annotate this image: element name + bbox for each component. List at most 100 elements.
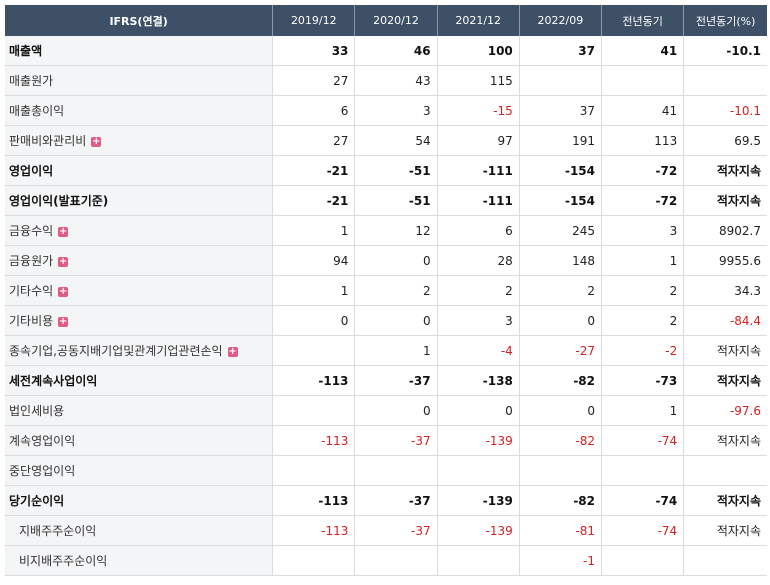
value-cell: 3 xyxy=(437,305,520,336)
value-cell: 3 xyxy=(354,95,438,126)
table-row: 금융원가 +94 0 28 148 1 9955.6 xyxy=(5,245,767,276)
value-cell: -113 xyxy=(272,365,356,396)
value-cell xyxy=(601,65,685,96)
value-cell: -82 xyxy=(519,425,603,456)
table-row: 금융수익 +1 12 6 245 3 8902.7 xyxy=(5,215,767,246)
value-cell: -74 xyxy=(601,425,685,456)
value-cell: 37 xyxy=(519,95,603,126)
value-cell: 37 xyxy=(519,36,603,66)
value-cell: 0 xyxy=(354,395,438,426)
row-label-text: 영업이익(발표기준) xyxy=(9,194,109,208)
value-cell: -111 xyxy=(437,155,520,186)
row-label: 비지배주주순이익 xyxy=(5,545,274,576)
plus-icon[interactable]: + xyxy=(58,226,69,237)
value-cell: -51 xyxy=(354,155,438,186)
value-cell: 43 xyxy=(354,65,438,96)
value-cell: -51 xyxy=(354,185,438,216)
row-label: 영업이익(발표기준) xyxy=(5,185,274,216)
value-cell: 27 xyxy=(272,65,356,96)
row-label-text: 기타비용 xyxy=(9,314,54,328)
row-label-text: 지배주주순이익 xyxy=(19,524,97,538)
value-cell xyxy=(683,455,767,486)
value-cell: 69.5 xyxy=(683,125,767,156)
value-cell: 1 xyxy=(601,395,685,426)
value-cell: 적자지속 xyxy=(683,335,767,366)
row-label: 매출원가 xyxy=(5,65,274,96)
value-cell: 245 xyxy=(519,215,603,246)
value-cell: 0 xyxy=(354,245,438,276)
value-cell: -81 xyxy=(519,515,603,546)
table-row: 계속영업이익 -113 -37 -139 -82 -74 적자지속 xyxy=(5,425,767,456)
row-label[interactable]: 기타비용 + xyxy=(5,305,274,336)
value-cell: 3 xyxy=(601,215,685,246)
value-cell xyxy=(272,335,356,366)
value-cell xyxy=(601,545,685,576)
row-label-text: 영업이익 xyxy=(9,164,54,178)
row-label-text: 비지배주주순이익 xyxy=(19,554,108,568)
value-cell: 33 xyxy=(272,36,356,66)
value-cell: 115 xyxy=(437,65,520,96)
financial-table: IFRS(연결) 2019/12 2020/12 2021/12 2022/09… xyxy=(5,5,767,576)
row-label: 법인세비용 xyxy=(5,395,274,426)
row-label: 지배주주순이익 xyxy=(5,515,274,546)
row-label[interactable]: 기타수익 + xyxy=(5,275,274,306)
value-cell: 적자지속 xyxy=(683,155,767,186)
value-cell: -73 xyxy=(601,365,685,396)
plus-icon[interactable]: + xyxy=(227,346,238,357)
row-label-text: 매출액 xyxy=(9,44,43,58)
table-body: 매출액 33 46 100 37 41 -10.1 매출원가 27 43 115 매출총이익 6 3 -15… xyxy=(5,36,767,576)
column-header-standard: IFRS(연결) xyxy=(5,5,274,36)
value-cell: -15 xyxy=(437,95,520,126)
row-label[interactable]: 판매비와관리비 + xyxy=(5,125,274,156)
plus-icon[interactable]: + xyxy=(58,316,69,327)
value-cell xyxy=(272,395,356,426)
row-label: 당기순이익 xyxy=(5,485,274,516)
value-cell: 34.3 xyxy=(683,275,767,306)
row-label: 계속영업이익 xyxy=(5,425,274,456)
value-cell: -21 xyxy=(272,155,356,186)
row-label: 매출액 xyxy=(5,36,274,66)
plus-icon[interactable]: + xyxy=(58,286,69,297)
value-cell xyxy=(683,545,767,576)
value-cell: -72 xyxy=(601,155,685,186)
table-row: 지배주주순이익 -113 -37 -139 -81 -74 적자지속 xyxy=(5,515,767,546)
column-header-2019: 2019/12 xyxy=(272,5,356,36)
value-cell xyxy=(519,455,603,486)
row-label-text: 당기순이익 xyxy=(9,494,65,508)
value-cell: 1 xyxy=(272,215,356,246)
value-cell: 0 xyxy=(354,305,438,336)
value-cell: -37 xyxy=(354,515,438,546)
value-cell: 1 xyxy=(601,245,685,276)
value-cell: 적자지속 xyxy=(683,365,767,396)
value-cell: -139 xyxy=(437,515,520,546)
income-statement: IFRS(연결) 2019/12 2020/12 2021/12 2022/09… xyxy=(5,5,767,576)
value-cell: 41 xyxy=(601,36,685,66)
row-label-text: 종속기업,공동지배기업및관계기업관련손익 xyxy=(9,344,223,358)
table-row: 종속기업,공동지배기업및관계기업관련손익 +1 -4 -27 -2 적자지속 xyxy=(5,335,767,366)
value-cell: 0 xyxy=(519,305,603,336)
value-cell xyxy=(272,455,356,486)
value-cell: 2 xyxy=(437,275,520,306)
value-cell xyxy=(354,545,438,576)
value-cell: -1 xyxy=(519,545,603,576)
table-row: 기타수익 +1 2 2 2 2 34.3 xyxy=(5,275,767,306)
plus-icon[interactable]: + xyxy=(91,136,102,147)
value-cell: 41 xyxy=(601,95,685,126)
plus-icon[interactable]: + xyxy=(58,256,69,267)
value-cell xyxy=(519,65,603,96)
value-cell: 191 xyxy=(519,125,603,156)
table-row: 비지배주주순이익 -1 xyxy=(5,545,767,576)
row-label[interactable]: 종속기업,공동지배기업및관계기업관련손익 + xyxy=(5,335,274,366)
value-cell: -72 xyxy=(601,185,685,216)
table-row: 당기순이익 -113 -37 -139 -82 -74 적자지속 xyxy=(5,485,767,516)
value-cell: -113 xyxy=(272,485,356,516)
row-label[interactable]: 금융원가 + xyxy=(5,245,274,276)
value-cell: 8902.7 xyxy=(683,215,767,246)
value-cell: 0 xyxy=(437,395,520,426)
value-cell: 2 xyxy=(354,275,438,306)
row-label[interactable]: 금융수익 + xyxy=(5,215,274,246)
value-cell: 0 xyxy=(272,305,356,336)
value-cell xyxy=(437,545,520,576)
value-cell: -37 xyxy=(354,485,438,516)
value-cell: -74 xyxy=(601,485,685,516)
